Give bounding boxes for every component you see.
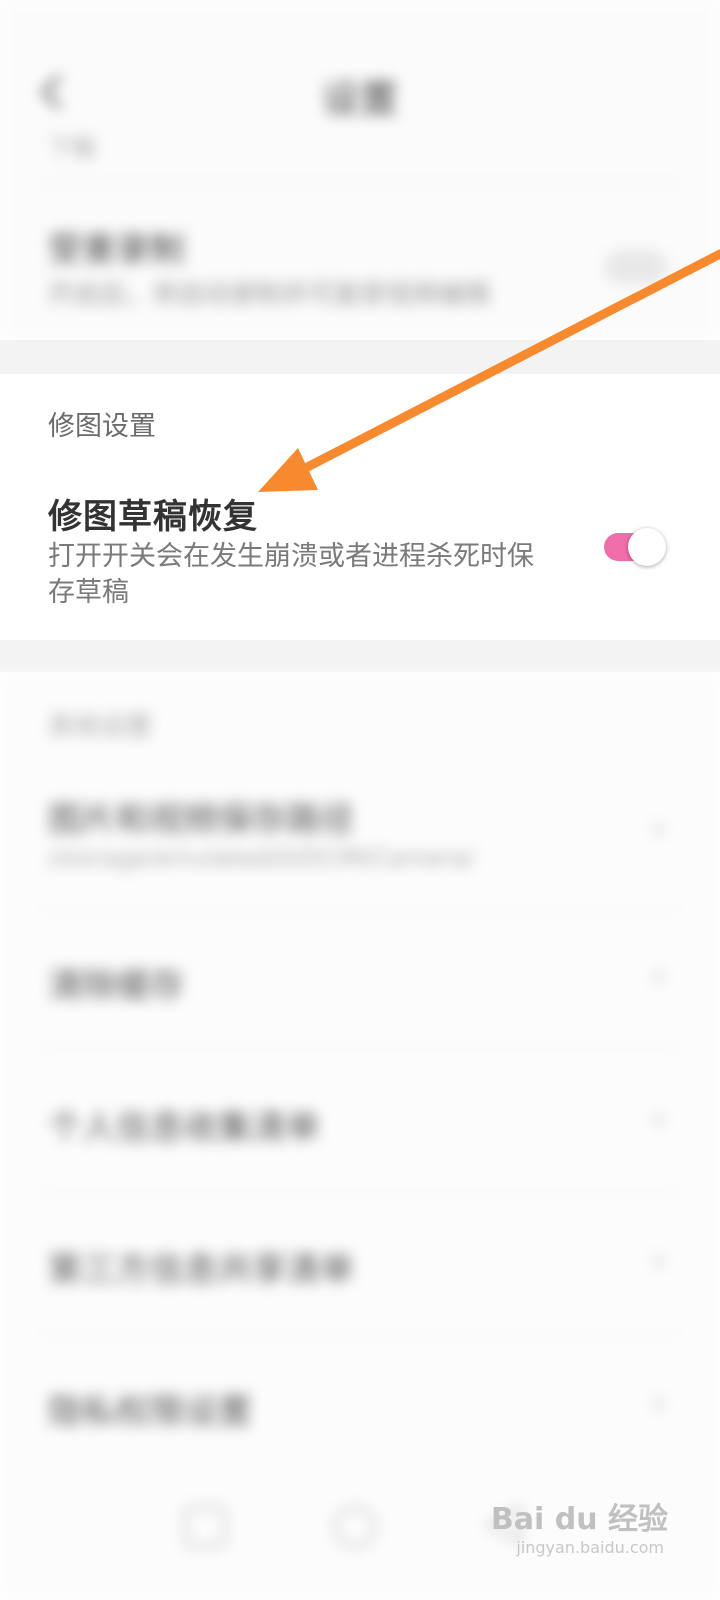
chevron-right-icon: › (652, 956, 667, 997)
list-item-title[interactable]: 隐私权限设置 (48, 1384, 252, 1433)
divider (40, 908, 680, 910)
list-item-subtitle: /storage/emulated/0/DCIM/Camera/ (48, 844, 475, 872)
chevron-right-icon: › (652, 1240, 667, 1281)
circle-icon[interactable] (334, 1506, 376, 1548)
watermark-url: jingyan.baidu.com (516, 1538, 664, 1557)
list-item-title[interactable]: 图片和视频保存路径 (48, 792, 354, 841)
list-item-title[interactable]: 第三方信息共享清单 (48, 1242, 354, 1291)
divider (40, 1190, 680, 1192)
divider (40, 1048, 680, 1050)
other-settings-header: 其他设置 (48, 712, 153, 742)
watermark-logo: Bai du 经验 (490, 1502, 668, 1537)
chevron-right-icon: › (652, 1098, 667, 1139)
arrow-shaft (285, 249, 720, 481)
other-settings-section: 其他设置 图片和视频保存路径 /storage/emulated/0/DCIM/… (0, 672, 720, 1600)
list-item-title[interactable]: 个人信息收集清单 (48, 1100, 320, 1149)
list-item-title[interactable]: 清除缓存 (48, 958, 184, 1007)
arrow-annotation (258, 249, 720, 492)
divider (40, 1332, 680, 1334)
square-icon[interactable] (184, 1506, 226, 1548)
chevron-right-icon: › (652, 1382, 667, 1423)
chevron-right-icon: › (652, 808, 667, 849)
